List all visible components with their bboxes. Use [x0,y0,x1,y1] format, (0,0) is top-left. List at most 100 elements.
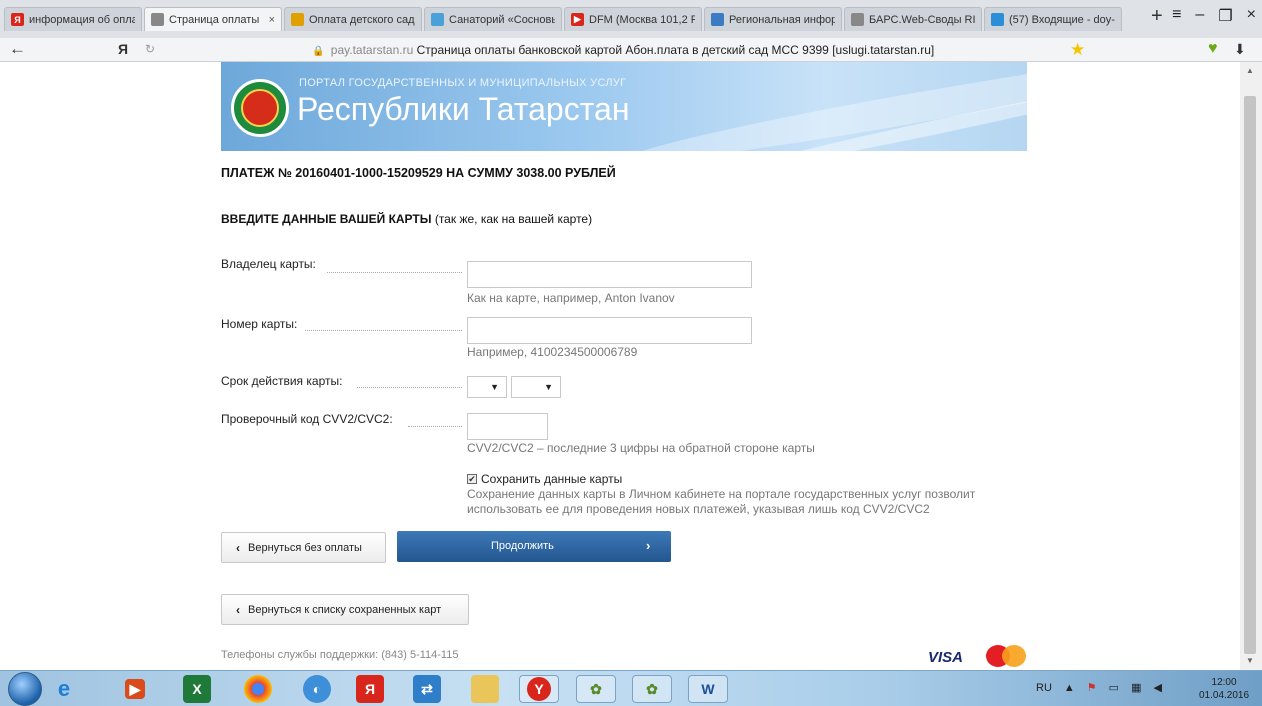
windows-taskbar: e ▶ X ◐ Я ⇄ Y ✿ ✿ W RU ▲ ⚑ ▭ ▦ ◀ 12:00 0… [0,670,1262,706]
card-heading-bold: ВВЕДИТЕ ДАННЫЕ ВАШЕЙ КАРТЫ [221,212,432,226]
tatarstan-emblem-icon[interactable] [231,79,289,137]
banner-title: Республики Татарстан [297,91,630,127]
save-card-row: ✔ Сохранить данные карты [467,472,622,486]
cvv-hint: CVV2/CVC2 – последние 3 цифры на обратно… [467,441,815,455]
maximize-icon[interactable]: ❐ [1218,6,1232,26]
word-icon[interactable]: W [688,675,728,703]
close-window-icon[interactable]: × [1247,6,1256,26]
support-phone: Телефоны службы поддержки: (843) 5-114-1… [221,649,459,661]
excel-icon[interactable]: X [183,675,211,703]
expiry-year-select[interactable]: ▼ [511,376,561,398]
browser-tab-label: БАРС.Web-Своды RIA [869,13,975,26]
scroll-thumb[interactable] [1244,96,1256,654]
browser-tab-label: Оплата детского сада [309,13,415,26]
card-number-input[interactable] [467,317,752,344]
portal-banner: ПОРТАЛ ГОСУДАРСТВЕННЫХ И МУНИЦИПАЛЬНЫХ У… [221,62,1027,151]
tab-list: Яинформация об опла Страница оплаты × Оплат… [4,7,1124,31]
back-arrow-icon[interactable]: ← [9,39,26,59]
browser-tab[interactable]: Санаторий «Сосновы [424,7,562,31]
yandex-icon: Я [11,13,24,26]
browser-tab[interactable]: ▶ DFM (Москва 101,2 FI [564,7,702,31]
site-icon [431,13,444,26]
yandex-browser-taskbar-icon[interactable]: Y [519,675,559,703]
owner-hint: Как на карте, например, Anton Ivanov [467,291,675,305]
browser-tab-label: информация об опла [29,13,135,26]
lock-icon: 🔒 [312,46,325,57]
language-indicator[interactable]: RU [1036,682,1052,694]
protect-icon[interactable]: ♥ [1208,40,1218,58]
back-without-payment-button[interactable]: ‹ Вернуться без оплаты [221,532,386,563]
mail-icon [991,13,1004,26]
browser-tab[interactable]: Оплата детского сада [284,7,422,31]
back-to-saved-cards-label: Вернуться к списку сохраненных карт [248,603,442,616]
save-card-checkbox[interactable]: ✔ [467,474,477,484]
url-page-title: Страница оплаты банковской картой Абон.п… [416,43,935,57]
chrome-icon[interactable] [244,675,272,703]
dotted-leader [408,426,462,427]
browser-tab[interactable]: БАРС.Web-Своды RIA [844,7,982,31]
browser-tab[interactable]: Страница оплаты × [144,7,282,31]
back-without-payment-label: Вернуться без оплаты [248,541,362,554]
menu-icon[interactable]: ≡ [1172,6,1181,26]
site-icon [711,13,724,26]
back-to-saved-cards-button[interactable]: ‹ Вернуться к списку сохраненных карт [221,594,469,625]
cvv-input[interactable] [467,413,548,440]
browser-tab-label: DFM (Москва 101,2 FI [589,13,695,26]
network-icon[interactable]: ▦ [1131,681,1141,694]
expiry-label: Срок действия карты: [221,374,343,388]
vertical-scrollbar[interactable]: ▲ ▼ [1240,62,1262,670]
chevron-left-icon: ‹ [236,602,240,617]
media-player-icon[interactable]: ▶ [125,679,145,699]
dotted-leader [327,272,462,273]
site-icon [291,13,304,26]
page-icon [851,13,864,26]
browser-tab[interactable]: Региональная инфор [704,7,842,31]
minimize-icon[interactable]: – [1195,6,1204,26]
close-tab-icon[interactable]: × [269,14,275,26]
yandex-taskbar-icon[interactable]: Я [356,675,384,703]
new-tab-button[interactable]: + [1151,5,1163,28]
browser-tab-label: Региональная инфор [729,13,835,26]
save-card-description: Сохранение данных карты в Личном кабинет… [467,487,976,516]
card-number-hint: Например, 4100234500006789 [467,345,638,359]
card-number-label: Номер карты: [221,317,298,331]
save-card-label: Сохранить данные карты [481,472,623,486]
clock[interactable]: 12:00 01.04.2016 [1199,676,1249,702]
browser-tab[interactable]: Яинформация об опла [4,7,142,31]
owner-label: Владелец карты: [221,257,316,271]
scroll-down-icon[interactable]: ▼ [1246,656,1254,665]
download-icon[interactable]: ⬇ [1234,41,1246,58]
card-heading: ВВЕДИТЕ ДАННЫЕ ВАШЕЙ КАРТЫ (так же, как … [221,212,592,226]
internet-explorer-icon[interactable]: e [50,675,78,703]
monitor-icon[interactable]: ▭ [1109,681,1119,694]
sound-icon[interactable]: ◐ [303,675,331,703]
app-icon[interactable]: ✿ [576,675,616,703]
continue-button[interactable]: Продолжить › [397,531,671,562]
start-button[interactable] [8,672,42,706]
page-content: ПОРТАЛ ГОСУДАРСТВЕННЫХ И МУНИЦИПАЛЬНЫХ У… [0,62,1240,670]
scroll-up-icon[interactable]: ▲ [1246,66,1254,75]
clock-date: 01.04.2016 [1199,690,1250,701]
browser-tab-strip: Яинформация об опла Страница оплаты × Оплат… [0,0,1262,38]
chevron-right-icon: › [646,538,651,553]
browser-tab[interactable]: (57) Входящие - doy- [984,7,1122,31]
flag-icon[interactable]: ⚑ [1087,681,1097,694]
tray-expand-icon[interactable]: ▲ [1064,682,1075,694]
expiry-month-select[interactable]: ▼ [467,376,507,398]
folder-icon[interactable] [471,675,499,703]
volume-icon[interactable]: ◀ [1153,681,1161,694]
banner-decoration [622,62,1027,151]
bookmark-star-icon[interactable]: ★ [1070,40,1085,60]
network-app-icon[interactable]: ⇄ [413,675,441,703]
browser-tab-label: (57) Входящие - doy- [1009,13,1115,26]
chevron-left-icon: ‹ [236,540,240,555]
page-icon [151,13,164,26]
app-icon[interactable]: ✿ [632,675,672,703]
owner-input[interactable] [467,261,752,288]
system-tray: RU ▲ ⚑ ▭ ▦ ◀ [1036,681,1162,695]
reload-icon[interactable]: ↻ [145,42,155,56]
address-bar: ← Я ↻ 🔒 pay.tatarstan.ru Страница оплаты… [0,38,1262,62]
url-field[interactable]: 🔒 pay.tatarstan.ru Страница оплаты банко… [312,43,934,57]
yandex-logo-icon[interactable]: Я [118,41,128,57]
mastercard-logo-icon [986,645,1036,667]
